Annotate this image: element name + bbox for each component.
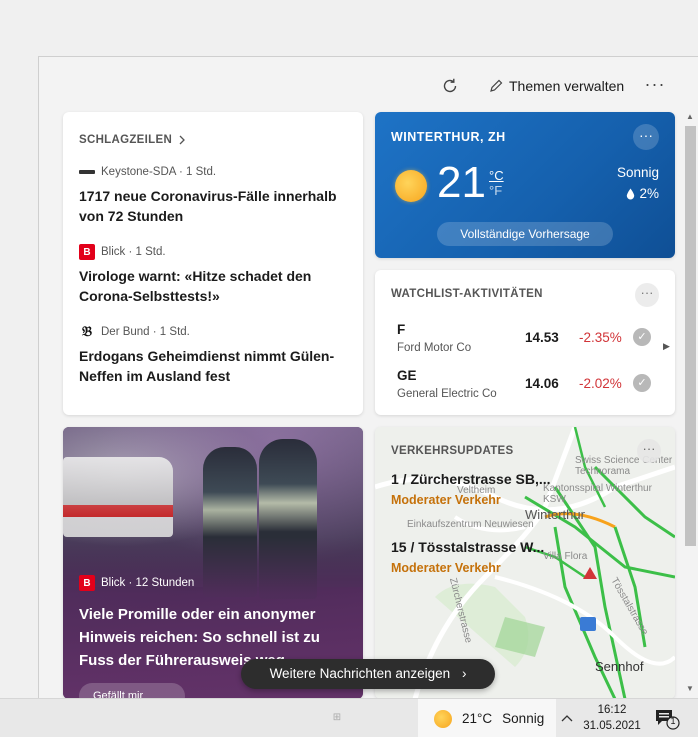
headlines-card: SCHLAGZEILEN Keystone-SDA · 1 Std. 1717 … (63, 112, 363, 415)
check-icon[interactable]: ✓ (633, 328, 651, 346)
map-label: Swiss Science Center Technorama (575, 455, 673, 477)
traffic-route[interactable]: 15 / Tösstalstrasse W... (391, 539, 544, 555)
map-label: Winterthur (525, 507, 585, 522)
show-more-news-label: Weitere Nachrichten anzeigen (269, 666, 451, 681)
taskbar-weather-button[interactable]: 21°C Sonnig (418, 699, 556, 737)
show-hidden-icons-chevron-icon[interactable] (558, 709, 576, 727)
headlines-title-link[interactable]: SCHLAGZEILEN (79, 134, 347, 146)
headline-source: Blick · 1 Std. (101, 246, 166, 258)
header-more-button[interactable]: ··· (643, 73, 667, 97)
blick-logo-icon: B (79, 575, 95, 591)
like-label: Gefällt mir (93, 690, 144, 698)
scroll-down-arrow-icon[interactable]: ▼ (682, 682, 698, 696)
refresh-button[interactable] (439, 75, 461, 97)
check-icon[interactable]: ✓ (633, 374, 651, 392)
clock-time: 16:12 (597, 704, 627, 716)
map-label: Kantonsspital Winterthur KSW (543, 483, 652, 505)
news-source: B Blick · 12 Stunden (79, 575, 194, 591)
taskbar: ⊞ 21°C Sonnig 16:12 31.05.2021 1 (0, 698, 698, 737)
panel-header: Themen verwalten ··· (39, 57, 698, 113)
chevron-right-icon: › (461, 666, 467, 681)
chevron-right-icon (179, 135, 185, 145)
temperature-unit-toggle[interactable]: °C °F (489, 168, 504, 198)
sun-icon (434, 709, 452, 728)
sun-icon (395, 170, 427, 202)
headline-text: Virologe warnt: «Hitze schadet den Coron… (79, 268, 312, 304)
watchlist-card: WATCHLIST-AKTIVITÄTEN ··· F Ford Motor C… (375, 270, 675, 415)
weather-condition: Sonnig (616, 165, 659, 180)
unit-celsius[interactable]: °C (489, 168, 504, 183)
news-image-card[interactable]: B Blick · 12 Stunden Viele Promille oder… (63, 427, 363, 698)
watchlist-next-arrow-icon[interactable]: ▶ (663, 341, 670, 352)
der-bund-logo-icon: 𝔅 (81, 324, 93, 340)
stock-change: -2.35% (579, 330, 622, 345)
like-button[interactable]: Gefällt mir (79, 683, 185, 698)
headline-text: Erdogans Geheimdienst nimmt Gülen-Neffen… (79, 348, 335, 384)
weather-temperature: 21 (437, 158, 486, 207)
taskbar-clock[interactable]: 16:12 31.05.2021 (582, 702, 642, 734)
headlines-title: SCHLAGZEILEN (79, 134, 173, 146)
manage-topics-label: Themen verwalten (509, 78, 625, 94)
weather-location: WINTERTHUR, ZH (391, 130, 506, 144)
map-label: Sennhof (595, 659, 644, 674)
stock-symbol: GE (397, 368, 417, 383)
watchlist-title: WATCHLIST-AKTIVITÄTEN (391, 288, 543, 300)
news-interests-panel: Themen verwalten ··· SCHLAGZEILEN Keysto… (38, 56, 698, 698)
blick-logo-icon: B (79, 244, 95, 260)
taskbar-app-icon[interactable]: ⊞ (328, 709, 346, 727)
traffic-route[interactable]: 1 / Zürcherstrasse SB,... (391, 471, 551, 487)
precipitation-value: 2% (639, 186, 659, 201)
scrollbar[interactable]: ▲ ▼ (682, 110, 698, 698)
traffic-status: Moderater Verkehr (391, 493, 501, 507)
watchlist-more-button[interactable]: ··· (635, 283, 659, 307)
manage-topics-button[interactable]: Themen verwalten (489, 75, 624, 97)
stock-price: 14.53 (525, 330, 559, 345)
scroll-up-arrow-icon[interactable]: ▲ (682, 110, 698, 124)
scrollbar-thumb[interactable] (685, 126, 696, 546)
stock-price: 14.06 (525, 376, 559, 391)
watchlist-row[interactable]: GE General Electric Co 14.06 -2.02% ✓ (397, 368, 657, 408)
headline-source: Der Bund · 1 Std. (101, 326, 190, 338)
weather-card[interactable]: WINTERTHUR, ZH ··· 21 °C °F Sonnig 2% Vo… (375, 112, 675, 258)
keystone-sda-logo-icon (79, 164, 95, 180)
headline-text: 1717 neue Coronavirus-Fälle innerhalb vo… (79, 188, 337, 224)
precipitation: 2% (626, 186, 659, 201)
show-more-news-button[interactable]: Weitere Nachrichten anzeigen › (241, 659, 495, 689)
raindrop-icon (627, 188, 635, 199)
clock-date: 31.05.2021 (583, 720, 641, 732)
stock-name: General Electric Co (397, 388, 497, 400)
pencil-icon (490, 79, 503, 92)
traffic-card[interactable]: Swiss Science Center Technorama Kantonss… (375, 427, 675, 698)
map-label: Villa Flora (543, 551, 588, 562)
stock-change: -2.02% (579, 376, 622, 391)
traffic-title: VERKEHRSUPDATES (391, 445, 514, 457)
weather-more-button[interactable]: ··· (633, 124, 659, 150)
police-car-shape (63, 457, 173, 537)
traffic-more-button[interactable]: ··· (637, 439, 661, 463)
traffic-status: Moderater Verkehr (391, 561, 501, 575)
headline-source: Keystone-SDA · 1 Std. (101, 166, 217, 178)
map-label: Einkaufszentrum Neuwiesen (407, 519, 534, 530)
stock-name: Ford Motor Co (397, 342, 472, 354)
taskbar-weather-temp: 21°C (462, 711, 493, 726)
full-forecast-button[interactable]: Vollständige Vorhersage (437, 222, 613, 246)
headline-item[interactable]: 𝔅 Der Bund · 1 Std. Erdogans Geheimdiens… (79, 324, 347, 386)
unit-fahrenheit[interactable]: °F (489, 183, 504, 198)
notification-center-button[interactable]: 1 (654, 708, 680, 730)
taskbar-weather-condition: Sonnig (502, 711, 545, 726)
watchlist-row[interactable]: F Ford Motor Co 14.53 -2.35% ✓ (397, 322, 657, 362)
news-source-text: Blick · 12 Stunden (101, 577, 195, 589)
headline-item[interactable]: Keystone-SDA · 1 Std. 1717 neue Coronavi… (79, 164, 347, 226)
stock-symbol: F (397, 322, 406, 337)
refresh-icon (443, 78, 457, 93)
headline-item[interactable]: B Blick · 1 Std. Virologe warnt: «Hitze … (79, 244, 347, 306)
notification-count: 1 (670, 716, 676, 726)
